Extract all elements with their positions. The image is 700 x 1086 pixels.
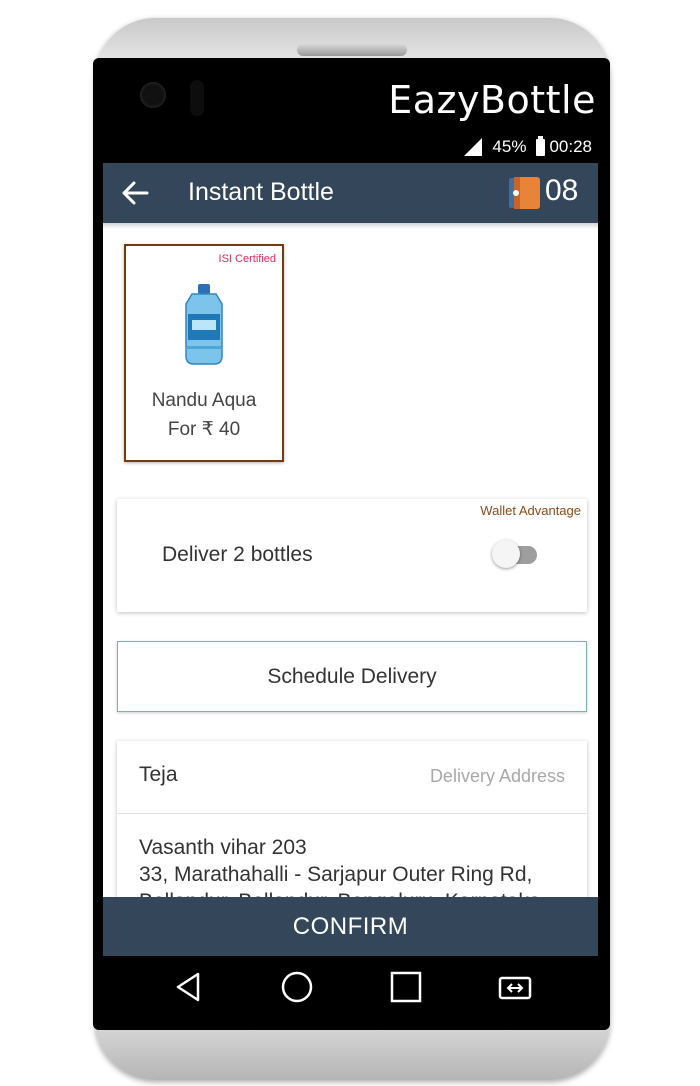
camera-icon [140,82,166,108]
battery-percent: 45% [492,137,527,156]
brand-title: EazyBottle [388,78,596,122]
wallet-count: 08 [545,174,579,207]
system-nav-bar [103,956,598,1018]
page-title: Instant Bottle [188,178,334,206]
battery-icon [536,135,546,156]
signal-icon [464,138,483,156]
product-card[interactable]: ISI Certified Nandu Aqua For ₹ 40 [124,244,284,462]
deliver-option-card: Wallet Advantage Deliver 2 bottles [117,499,587,612]
nav-back-icon[interactable] [171,970,205,1004]
address-line-2: 33, Marathahalli - Sarjapur Outer Ring R… [139,863,533,886]
address-divider [117,813,587,814]
app-screen: Instant Bottle 08 ISI Certified Nandu Aq… [103,163,598,956]
status-bar: 45% 00:28 [103,132,598,162]
isi-badge: ISI Certified [218,253,276,265]
address-name: Teja [139,763,178,786]
deliver-toggle-knob[interactable] [492,540,520,568]
app-bar-shadow [103,223,598,229]
wallet-icon[interactable] [505,174,543,212]
sensor-icon [190,80,204,116]
app-bar: Instant Bottle 08 [103,163,598,223]
wallet-advantage-badge: Wallet Advantage [480,503,581,518]
product-price: For ₹ 40 [167,419,241,440]
schedule-delivery-button[interactable]: Schedule Delivery [117,641,587,712]
product-name: Nandu Aqua [151,390,257,411]
address-line-1: Vasanth vihar 203 [139,836,307,859]
deliver-bottles-label: Deliver 2 bottles [162,543,313,566]
bottle-icon [185,284,223,365]
confirm-button[interactable]: CONFIRM [103,897,598,956]
back-arrow-icon[interactable] [119,177,151,209]
nav-switch-icon[interactable] [498,970,532,1004]
address-hint: Delivery Address [429,766,565,786]
clock: 00:28 [549,137,592,156]
nav-recents-icon[interactable] [389,970,423,1004]
phone-speaker [297,44,407,56]
nav-home-icon[interactable] [280,970,314,1004]
